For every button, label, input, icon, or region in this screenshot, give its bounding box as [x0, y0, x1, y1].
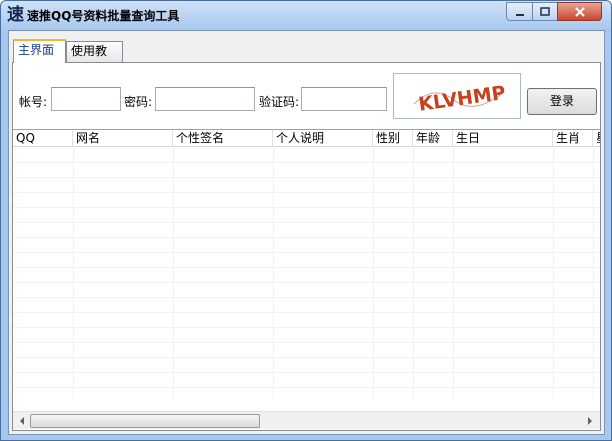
scroll-right-icon [588, 417, 592, 425]
login-button[interactable]: 登录 [527, 88, 597, 115]
app-icon: 速 [7, 5, 24, 25]
column-header-constellation[interactable]: 星 [593, 130, 600, 147]
captcha-image[interactable]: KLVHMP [393, 73, 521, 119]
table-gridlines [13, 148, 600, 398]
captcha-text: KLVHMP [417, 82, 507, 116]
table-header: QQ 网名 个性签名 个人说明 性别 年龄 生日 生肖 星 [13, 130, 600, 147]
scroll-left-icon [20, 417, 24, 425]
close-icon [574, 7, 585, 17]
column-header-nickname[interactable]: 网名 [73, 130, 173, 147]
password-label: 密码: [124, 95, 153, 109]
account-input[interactable] [51, 87, 121, 111]
results-table[interactable]: QQ 网名 个性签名 个人说明 性别 年龄 生日 生肖 星 [13, 129, 600, 430]
captcha-graphic: KLVHMP [413, 82, 507, 116]
scroll-left-button[interactable] [14, 413, 30, 429]
close-button[interactable] [557, 2, 602, 21]
tab-tutorial[interactable]: 使用教程 [66, 41, 123, 77]
column-header-qq[interactable]: QQ [13, 130, 73, 147]
captcha-label: 验证码: [259, 95, 300, 109]
minimize-button[interactable] [506, 2, 533, 21]
column-header-birthday[interactable]: 生日 [453, 130, 553, 147]
account-label: 帐号: [19, 95, 48, 109]
app-window: 速 速推QQ号资料批量查询工具 主界面 使用教程 帐号: 密码: 验证码: KL… [0, 0, 612, 441]
password-input[interactable] [155, 87, 255, 111]
captcha-input[interactable] [301, 87, 387, 111]
main-tab-panel: 帐号: 密码: 验证码: KLVHMP 登录 QQ 网名 个性签名 个人说明 性… [12, 62, 601, 431]
column-header-age[interactable]: 年龄 [413, 130, 453, 147]
column-header-description[interactable]: 个人说明 [273, 130, 373, 147]
column-header-gender[interactable]: 性别 [373, 130, 413, 147]
title-bar[interactable]: 速 速推QQ号资料批量查询工具 [1, 1, 611, 29]
minimize-icon [515, 14, 524, 16]
maximize-icon [540, 7, 550, 16]
tab-main[interactable]: 主界面 [13, 39, 66, 63]
scrollbar-thumb[interactable] [30, 414, 260, 428]
horizontal-scrollbar[interactable] [13, 411, 600, 429]
scroll-right-button[interactable] [582, 413, 598, 429]
window-title: 速推QQ号资料批量查询工具 [27, 9, 180, 23]
column-header-zodiac[interactable]: 生肖 [553, 130, 593, 147]
maximize-button[interactable] [532, 2, 558, 21]
client-area: 主界面 使用教程 帐号: 密码: 验证码: KLVHMP 登录 QQ 网名 个性… [8, 30, 605, 435]
column-header-signature[interactable]: 个性签名 [173, 130, 273, 147]
